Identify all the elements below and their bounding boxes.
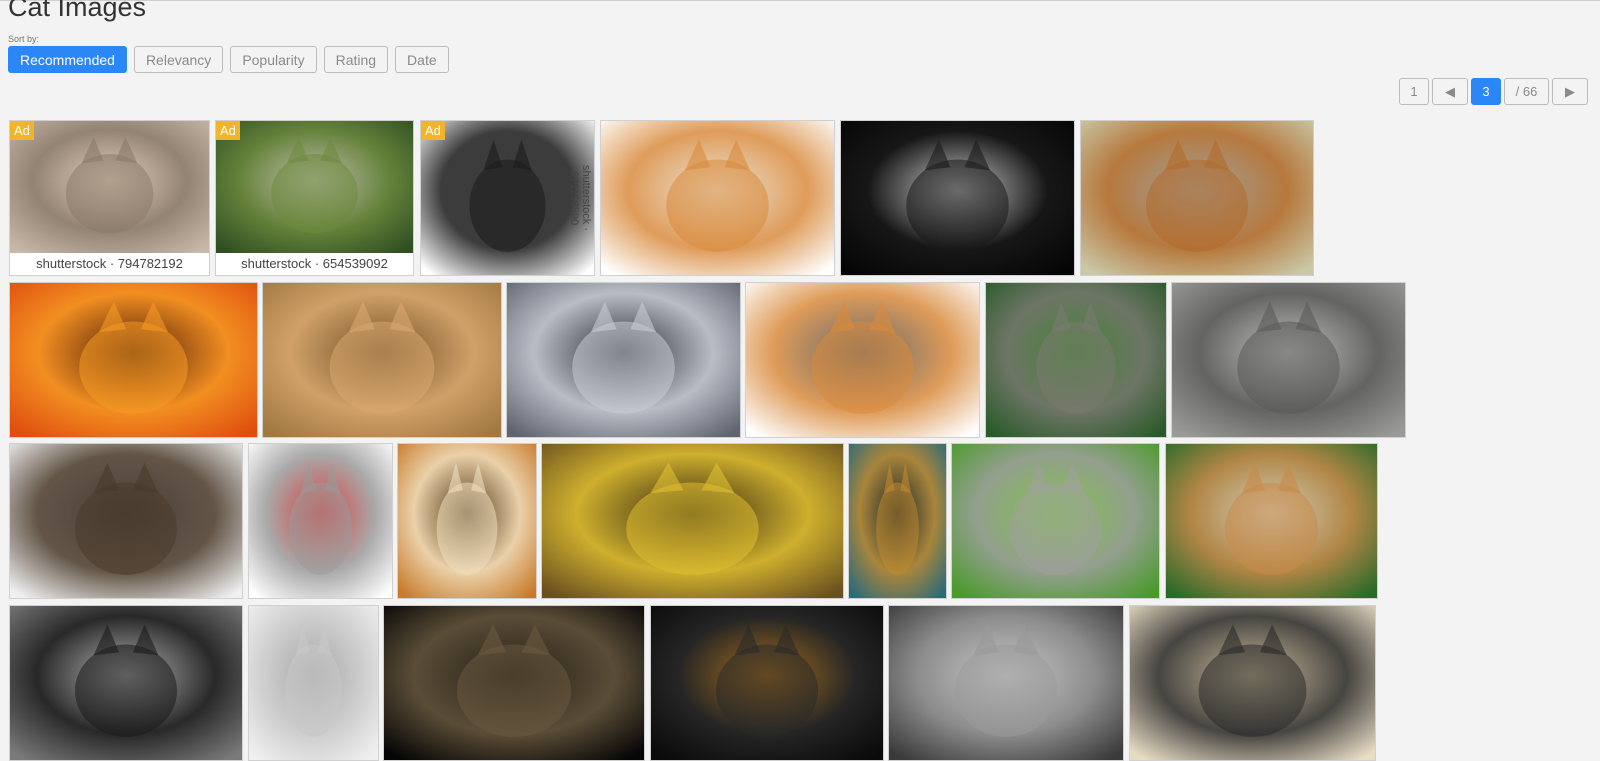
image-tile-ad-surprised-cat[interactable]: Ad shutterstock · 794782192	[9, 120, 210, 276]
image-tile-yawning-lynx[interactable]	[1165, 443, 1378, 599]
image-thumbnail	[849, 444, 946, 598]
image-thumbnail	[216, 121, 413, 253]
image-tile-cartoon-gray-cat[interactable]	[248, 443, 393, 599]
image-tile-sketch-cat-flowers[interactable]	[248, 605, 379, 761]
image-grid: Ad shutterstock · 794782192 Ad shutterstock…	[0, 1, 1600, 761]
image-thumbnail	[10, 121, 209, 253]
image-tile-pallas-cat[interactable]	[985, 282, 1167, 438]
image-thumbnail	[10, 283, 257, 437]
image-tile-tabby-on-black[interactable]	[383, 605, 645, 761]
image-thumbnail	[384, 606, 644, 760]
image-thumbnail	[263, 283, 501, 437]
image-tile-black-fluffy-cat[interactable]	[650, 605, 884, 761]
image-tile-black-cat-cone[interactable]	[9, 605, 243, 761]
image-thumbnail	[1130, 606, 1375, 760]
image-tile-kitten-in-grass[interactable]	[951, 443, 1160, 599]
image-tile-kitten-in-chest[interactable]	[9, 443, 243, 599]
image-tile-bw-cat-closeup[interactable]	[506, 282, 741, 438]
image-tile-tabby-face[interactable]	[1171, 282, 1406, 438]
image-thumbnail	[1081, 121, 1313, 275]
image-thumbnail	[398, 444, 536, 598]
image-thumbnail	[507, 283, 740, 437]
image-tile-kitten-in-shoe[interactable]	[745, 282, 980, 438]
image-credit-caption: shutterstock · 794782192	[10, 253, 209, 275]
image-tile-tiger-face[interactable]	[397, 443, 537, 599]
ad-badge: Ad	[216, 121, 240, 140]
image-thumbnail	[542, 444, 843, 598]
image-thumbnail	[952, 444, 1159, 598]
image-thumbnail	[1172, 283, 1405, 437]
image-thumbnail	[249, 444, 392, 598]
image-tile-fractal-cat-eyes[interactable]	[541, 443, 844, 599]
image-tile-gray-cat-closeup[interactable]	[888, 605, 1124, 761]
image-thumbnail	[889, 606, 1123, 760]
image-thumbnail	[651, 606, 883, 760]
image-tile-resting-tiger[interactable]	[1080, 120, 1314, 276]
image-thumbnail	[986, 283, 1166, 437]
image-tile-cat-fishbowl-art[interactable]	[262, 282, 502, 438]
image-tile-halloween-cat-card[interactable]	[848, 443, 947, 599]
image-tile-black-white-cat[interactable]	[840, 120, 1075, 276]
image-thumbnail	[10, 444, 242, 598]
image-thumbnail	[10, 606, 242, 760]
ad-badge: Ad	[421, 121, 445, 140]
image-tile-ad-kitten-and-puppy[interactable]: Ad shutterstock · 654539092	[215, 120, 414, 276]
image-credit-caption: shutterstock · 654539092	[216, 253, 413, 275]
image-thumbnail	[1166, 444, 1377, 598]
image-thumbnail	[249, 606, 378, 760]
image-thumbnail	[746, 283, 979, 437]
image-thumbnail	[841, 121, 1074, 275]
image-tile-ad-dog-cat-silhouette[interactable]: Ad shutterstock · 671156590	[420, 120, 595, 276]
image-tile-kitten-watering-can[interactable]	[600, 120, 835, 276]
ad-badge: Ad	[10, 121, 34, 140]
image-thumbnail	[601, 121, 834, 275]
image-credit-caption: shutterstock · 671156590	[568, 164, 592, 232]
image-tile-lion-sunset[interactable]	[9, 282, 258, 438]
image-tile-halloween-vintage-sketch[interactable]	[1129, 605, 1376, 761]
